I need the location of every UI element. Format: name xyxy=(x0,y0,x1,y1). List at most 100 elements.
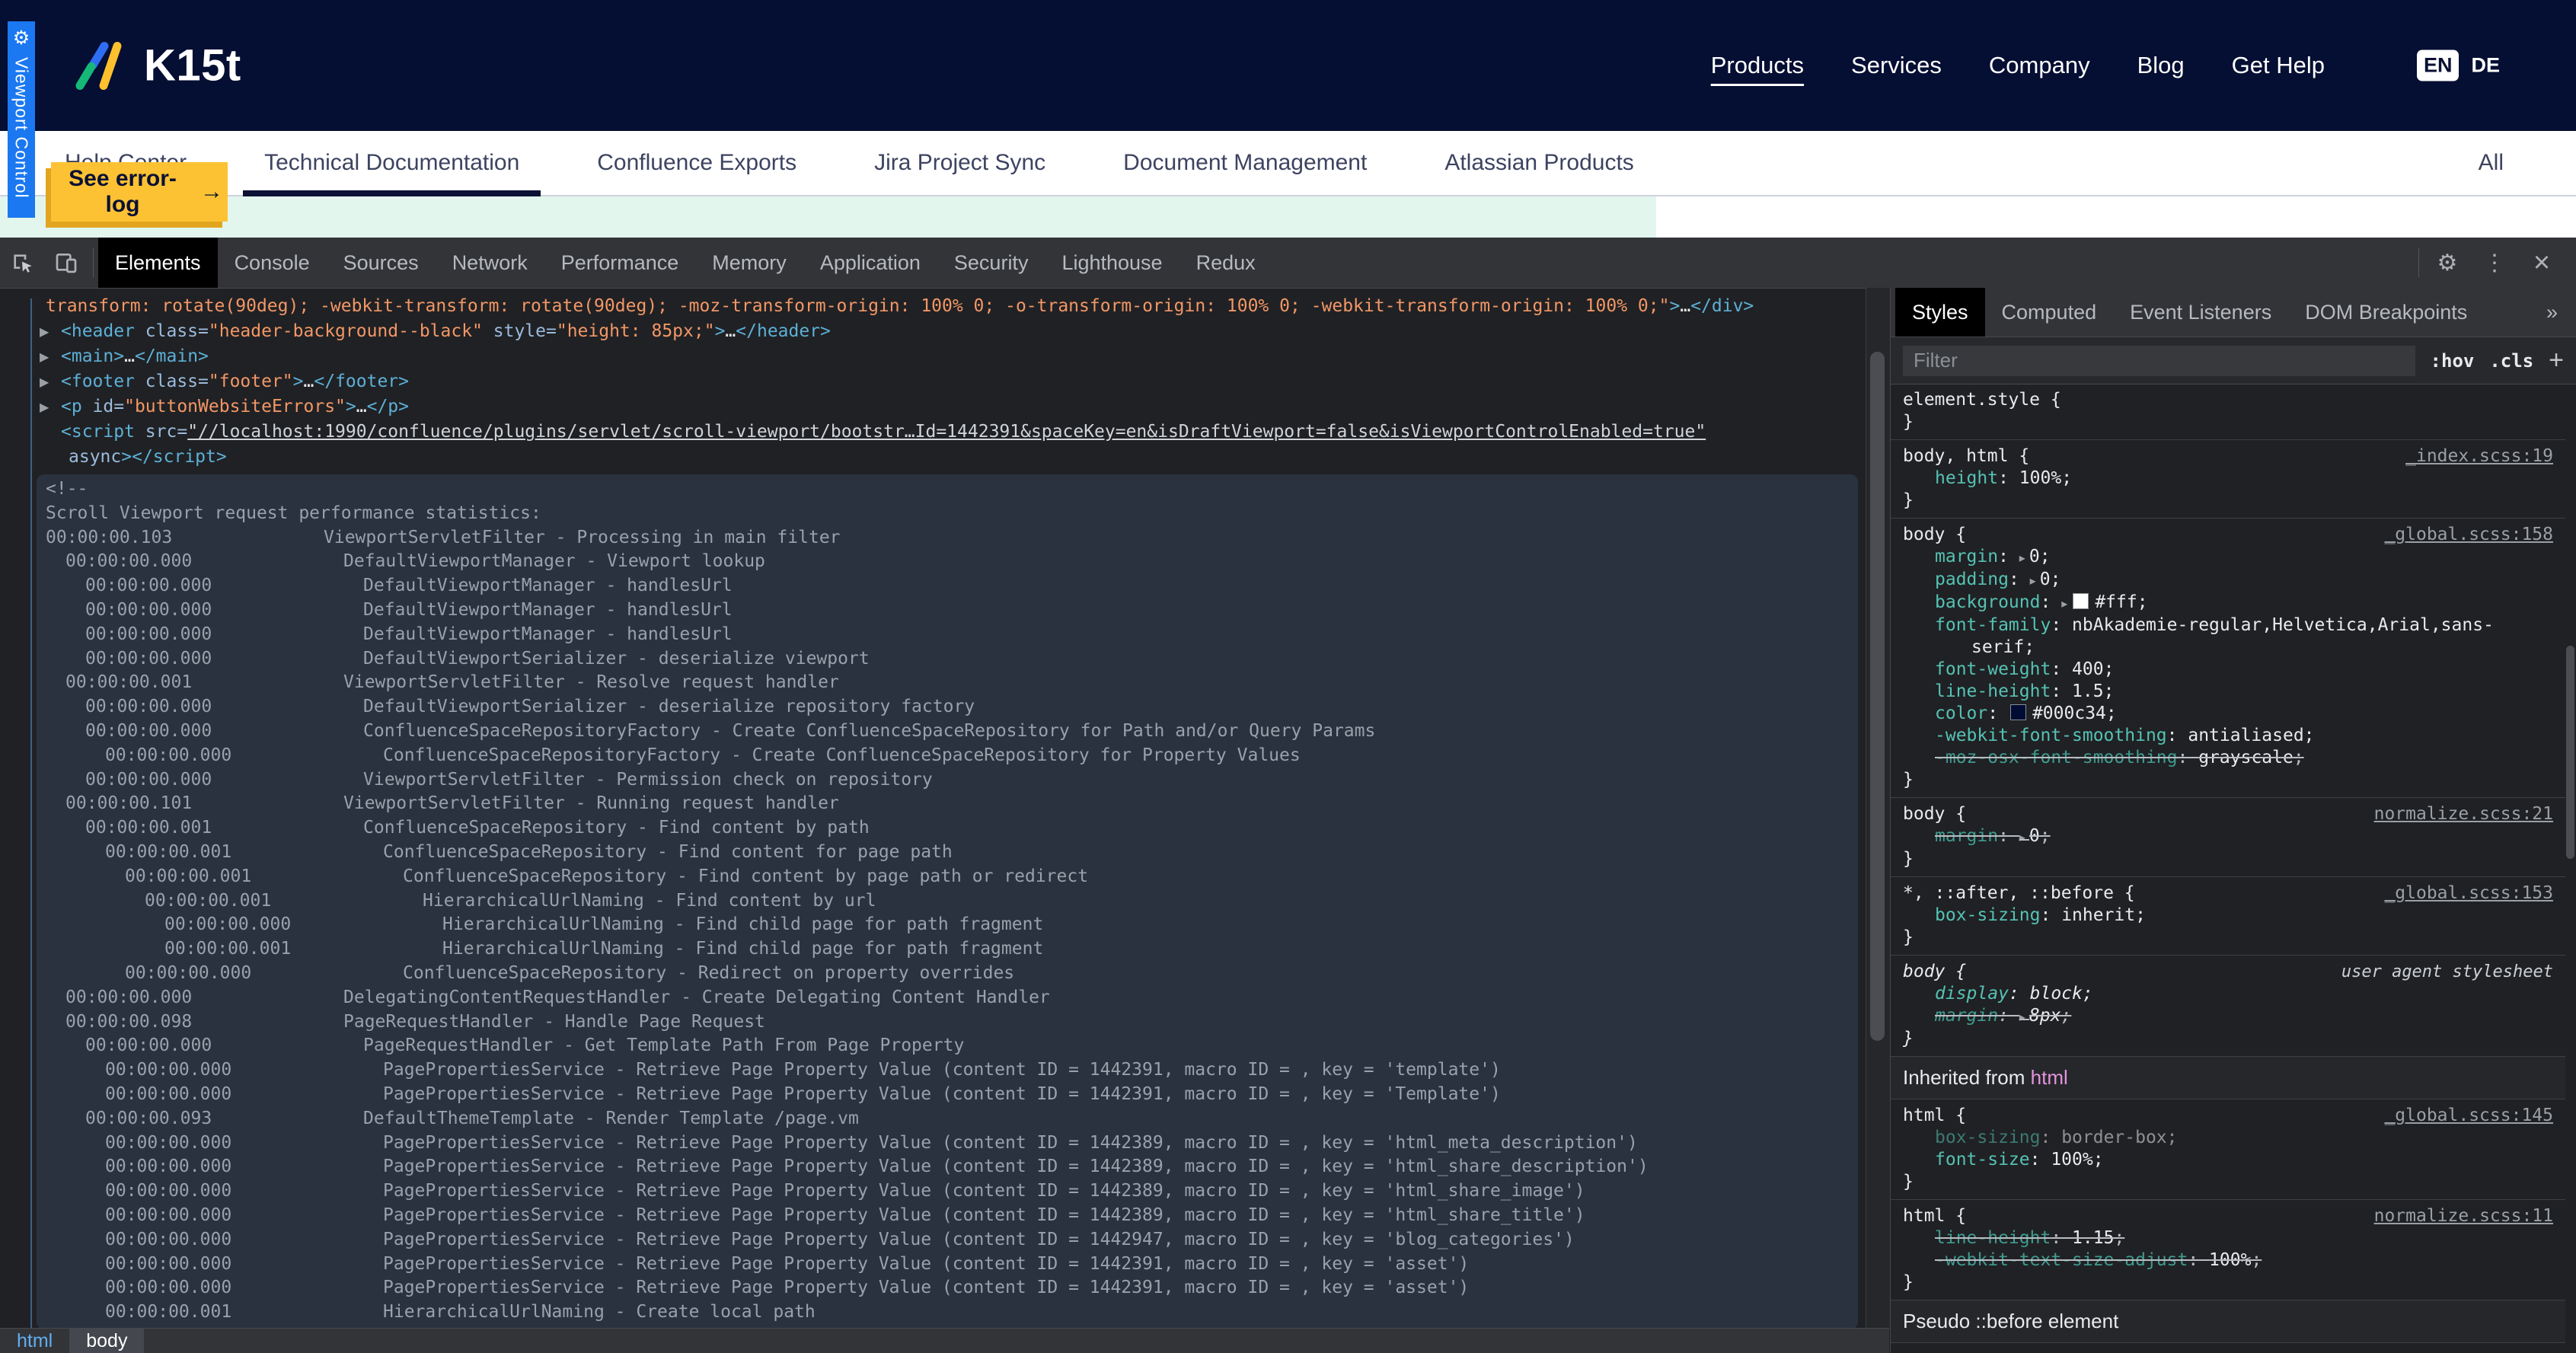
css-selector-line[interactable]: html {normalize.scss:11 xyxy=(1903,1205,2553,1227)
devtools-tab-security[interactable]: Security xyxy=(937,238,1045,288)
expand-value-icon[interactable]: ▸ xyxy=(2019,550,2029,565)
more-tabs-icon[interactable]: » xyxy=(2539,288,2565,337)
k15t-logo[interactable]: K15t xyxy=(72,40,241,91)
css-property[interactable]: margin: ▸ 0; xyxy=(1903,546,2553,569)
devtools-tab-redux[interactable]: Redux xyxy=(1179,238,1272,288)
dom-tree-line[interactable]: transform: rotate(90deg); -webkit-transf… xyxy=(46,294,1866,319)
css-selector-line[interactable]: body, html {_index.scss:19 xyxy=(1903,445,2553,467)
css-property[interactable]: padding: ▸ 0; xyxy=(1903,569,2553,592)
settings-gear-icon[interactable]: ⚙ xyxy=(2424,238,2471,288)
subnav-item-atlassian-products[interactable]: Atlassian Products xyxy=(1423,131,1655,195)
css-selector-line[interactable]: *, ::after, ::before {_global.scss:153 xyxy=(1903,882,2553,905)
log-row: 00:00:00.000ConfluenceSpaceRepository - … xyxy=(46,962,1858,986)
stylesheet-source-link[interactable]: _index.scss:19 xyxy=(2405,445,2553,467)
class-toggle-button[interactable]: .cls xyxy=(2489,350,2533,372)
lang-de-button[interactable]: DE xyxy=(2471,54,2500,78)
selected-comment-node[interactable]: <!-- Scroll Viewport request performance… xyxy=(37,474,1858,1329)
css-property[interactable]: margin: ▸ 0; xyxy=(1903,825,2553,848)
css-selector-line[interactable]: body {user agent stylesheet xyxy=(1903,961,2553,983)
dom-tree-line[interactable]: ▶<p id="buttonWebsiteErrors">…</p> xyxy=(46,394,1866,420)
expand-arrow-icon[interactable]: ▶ xyxy=(40,319,49,344)
css-selector-line[interactable]: body {_global.scss:158 xyxy=(1903,524,2553,546)
css-property[interactable]: display: block; xyxy=(1903,983,2553,1005)
expand-arrow-icon[interactable]: ▶ xyxy=(40,369,49,394)
devtools-tab-sources[interactable]: Sources xyxy=(327,238,436,288)
stylesheet-source-link[interactable]: _global.scss:158 xyxy=(2384,524,2553,546)
close-devtools-icon[interactable]: × xyxy=(2518,238,2565,288)
inspect-element-icon[interactable] xyxy=(0,238,44,288)
subnav-item-all[interactable]: All xyxy=(2479,131,2504,195)
device-toolbar-icon[interactable] xyxy=(44,238,88,288)
lang-en-button[interactable]: EN xyxy=(2417,50,2459,81)
hover-state-button[interactable]: :hov xyxy=(2431,350,2475,372)
devtools-tab-lighthouse[interactable]: Lighthouse xyxy=(1045,238,1179,288)
subnav-item-jira-project-sync[interactable]: Jira Project Sync xyxy=(853,131,1067,195)
dom-tree-line[interactable]: async></script> xyxy=(46,445,1866,470)
css-property[interactable]: background: ▸ #fff; xyxy=(1903,592,2553,614)
css-property[interactable]: margin: ▸ 8px; xyxy=(1903,1005,2553,1028)
top-nav-products[interactable]: Products xyxy=(1711,52,1804,79)
breadcrumb-html[interactable]: html xyxy=(0,1329,69,1353)
new-style-rule-button[interactable]: + xyxy=(2549,346,2564,375)
css-property[interactable]: box-sizing: inherit; xyxy=(1903,905,2553,927)
viewport-control-tab[interactable]: ⚙ Viewport Control xyxy=(8,21,35,218)
stylesheet-source-link[interactable]: normalize.scss:11 xyxy=(2374,1205,2553,1227)
dom-tree-line[interactable]: ▶<footer class="footer">…</footer> xyxy=(46,369,1866,394)
css-property[interactable]: -webkit-text-size-adjust: 100%; xyxy=(1903,1249,2553,1272)
expand-arrow-icon[interactable]: ▶ xyxy=(40,344,49,369)
css-property[interactable]: font-family: nbAkademie-regular,Helvetic… xyxy=(1903,614,2553,659)
css-selector-line[interactable]: element.style { xyxy=(1903,389,2553,411)
css-property[interactable]: line-height: 1.15; xyxy=(1903,1227,2553,1249)
stylesheet-source-link[interactable]: _global.scss:145 xyxy=(2384,1105,2553,1127)
see-error-log-button[interactable]: See error-log → xyxy=(51,162,228,222)
node-link[interactable]: html xyxy=(2031,1066,2068,1089)
devtools-tab-console[interactable]: Console xyxy=(218,238,327,288)
kebab-menu-icon[interactable]: ⋮ xyxy=(2471,238,2518,288)
subnav-item-document-management[interactable]: Document Management xyxy=(1102,131,1388,195)
breadcrumb-body[interactable]: body xyxy=(69,1329,144,1353)
expand-arrow-icon[interactable]: ▶ xyxy=(40,394,49,420)
css-selector-line[interactable]: body {normalize.scss:21 xyxy=(1903,803,2553,825)
styles-tab-styles[interactable]: Styles xyxy=(1895,288,1985,337)
dom-tree-line[interactable]: <script src="//localhost:1990/confluence… xyxy=(46,420,1866,445)
elements-scrollbar-thumb[interactable] xyxy=(1870,352,1885,1041)
devtools-tab-application[interactable]: Application xyxy=(803,238,937,288)
styles-scrollbar-thumb[interactable] xyxy=(2566,646,2574,859)
expand-value-icon[interactable]: ▸ xyxy=(2019,1010,2029,1024)
css-property[interactable]: color: #000c34; xyxy=(1903,703,2553,725)
dom-tree-line[interactable]: ▶<main>…</main> xyxy=(46,344,1866,369)
expand-value-icon[interactable]: ▸ xyxy=(2061,596,2071,611)
top-nav-services[interactable]: Services xyxy=(1851,52,1942,79)
css-property[interactable]: -webkit-font-smoothing: antialiased; xyxy=(1903,725,2553,747)
subnav-item-confluence-exports[interactable]: Confluence Exports xyxy=(576,131,818,195)
css-property[interactable]: font-size: 100%; xyxy=(1903,1149,2553,1171)
dom-tree-line[interactable]: ▶<header class="header-background--black… xyxy=(46,319,1866,344)
expand-value-icon[interactable]: ▸ xyxy=(2019,830,2029,844)
stylesheet-source-link[interactable]: normalize.scss:21 xyxy=(2374,803,2553,825)
styles-filter-input[interactable] xyxy=(1903,346,2415,376)
devtools-tab-network[interactable]: Network xyxy=(436,238,544,288)
devtools-tab-performance[interactable]: Performance xyxy=(544,238,696,288)
css-property[interactable]: height: 100%; xyxy=(1903,467,2553,490)
css-selector: element.style { xyxy=(1903,390,2061,410)
devtools-tab-elements[interactable]: Elements xyxy=(98,238,218,288)
top-nav-company[interactable]: Company xyxy=(1989,52,2090,79)
log-row: 00:00:00.001ConfluenceSpaceRepository - … xyxy=(46,841,1858,865)
styles-tab-event-listeners[interactable]: Event Listeners xyxy=(2113,288,2288,337)
styles-tab-dom-breakpoints[interactable]: DOM Breakpoints xyxy=(2288,288,2484,337)
css-property[interactable]: font-weight: 400; xyxy=(1903,659,2553,681)
color-swatch[interactable] xyxy=(2010,704,2026,720)
expand-value-icon[interactable]: ▸ xyxy=(2030,573,2040,588)
devtools-tab-memory[interactable]: Memory xyxy=(695,238,803,288)
stylesheet-source-link[interactable]: _global.scss:153 xyxy=(2384,882,2553,905)
color-swatch[interactable] xyxy=(2073,593,2089,609)
css-property[interactable]: box-sizing: border-box; xyxy=(1903,1127,2553,1149)
styles-tab-computed[interactable]: Computed xyxy=(1985,288,2114,337)
css-property[interactable]: -moz-osx-font-smoothing: grayscale; xyxy=(1903,747,2553,769)
subnav-item-technical-documentation[interactable]: Technical Documentation xyxy=(243,131,541,195)
css-selector-line[interactable]: html {_global.scss:145 xyxy=(1903,1105,2553,1127)
log-row: 00:00:00.000PagePropertiesService - Retr… xyxy=(46,1276,1858,1300)
css-property[interactable]: line-height: 1.5; xyxy=(1903,681,2553,703)
top-nav-get-help[interactable]: Get Help xyxy=(2232,52,2325,79)
top-nav-blog[interactable]: Blog xyxy=(2137,52,2185,79)
